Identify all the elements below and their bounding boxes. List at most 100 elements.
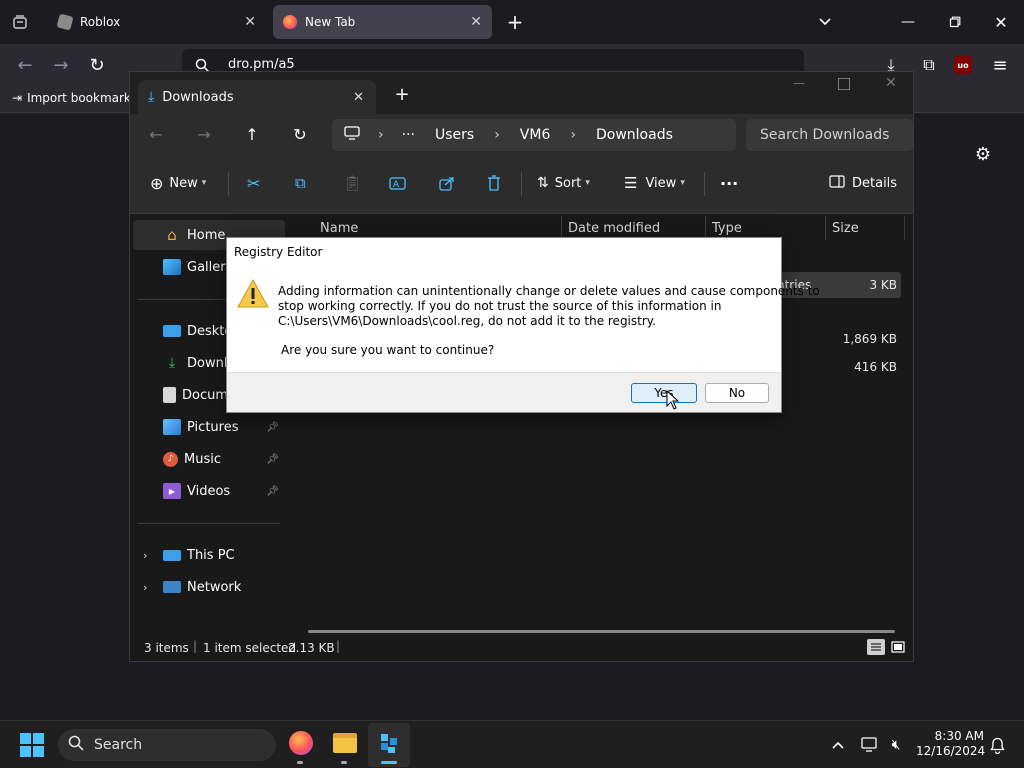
nav-label: This PC [187, 547, 235, 563]
nav-item-network[interactable]: › Network [133, 572, 285, 602]
firefox-icon [283, 15, 297, 29]
menu-icon[interactable]: ≡ [989, 54, 1011, 76]
network-icon [163, 581, 181, 593]
status-size: 2.13 KB [288, 641, 335, 655]
tab-list-icon[interactable] [10, 12, 30, 32]
network-icon[interactable] [860, 735, 880, 755]
back-arrow-icon[interactable]: ← [14, 54, 36, 76]
clock[interactable]: 8:30 AM 12/16/2024 [916, 729, 986, 759]
close-icon[interactable]: ✕ [353, 90, 364, 105]
nav-label: Music [184, 451, 221, 467]
nav-item-videos[interactable]: ▶ Videos 📌︎ [133, 476, 285, 506]
explorer-title-bar: ⤓ Downloads ✕ + — ✕ [130, 72, 913, 114]
firefox-icon[interactable] [289, 731, 313, 755]
clock-date: 12/16/2024 [916, 744, 986, 758]
import-icon: ⇥ [12, 91, 23, 105]
no-button[interactable]: No [705, 383, 769, 403]
nav-item-this-pc[interactable]: › This PC [133, 540, 285, 570]
nav-item-pictures[interactable]: Pictures 📌︎ [133, 412, 285, 442]
volume-muted-icon[interactable]: 🔇︎ [886, 735, 906, 755]
restore-button[interactable] [945, 12, 965, 32]
chevron-right-icon[interactable]: › [143, 549, 147, 562]
url-text: dro.pm/a5 [228, 57, 295, 72]
search-downloads-input[interactable]: Search Downloads [746, 119, 913, 151]
column-size[interactable]: Size [832, 214, 859, 242]
registry-editor-taskbar-button[interactable] [368, 723, 410, 767]
sort-button[interactable]: ⇅ Sort ▾ [537, 154, 590, 212]
reload-icon[interactable]: ↻ [86, 54, 108, 76]
forward-arrow-icon[interactable]: → [194, 124, 214, 144]
pin-icon: 📌︎ [266, 485, 279, 497]
close-window-button[interactable]: ✕ [885, 75, 897, 91]
file-explorer-icon[interactable] [333, 733, 357, 753]
dialog-message: Adding information can unintentionally c… [278, 284, 820, 329]
tab-title: Roblox [80, 15, 121, 29]
sort-label: Sort [554, 175, 582, 191]
details-view-icon[interactable] [867, 639, 885, 655]
message-line: stop working correctly. If you do not tr… [278, 299, 722, 313]
add-tab-button[interactable]: + [392, 84, 412, 105]
chevron-right-icon[interactable]: › [143, 581, 147, 594]
gallery-icon [163, 259, 181, 275]
copy-icon[interactable]: ⧉ [295, 154, 306, 212]
notification-bell-icon[interactable] [987, 735, 1007, 755]
close-icon[interactable]: ✕ [470, 14, 482, 30]
extensions-icon[interactable]: ⧉ [918, 54, 940, 76]
browser-tab-roblox[interactable]: Roblox ✕ [48, 5, 266, 39]
details-button[interactable]: Details [829, 154, 897, 212]
windows-start-icon[interactable] [20, 733, 44, 757]
ublock-icon[interactable]: uo [954, 56, 972, 74]
ellipsis-icon[interactable]: ··· [402, 127, 415, 143]
breadcrumb-downloads[interactable]: Downloads [596, 127, 673, 143]
plus-circle-icon: ⊕ [150, 173, 164, 193]
forward-arrow-icon[interactable]: → [50, 54, 72, 76]
view-button[interactable]: ☰ View ▾ [624, 154, 685, 212]
home-icon: ⌂ [167, 226, 177, 244]
registry-editor-icon [379, 732, 399, 758]
import-bookmarks-link[interactable]: ⇥ Import bookmarks [12, 91, 137, 105]
horizontal-scrollbar[interactable] [308, 630, 895, 633]
maximize-button[interactable] [838, 78, 850, 90]
explorer-tab-title: Downloads [162, 89, 234, 105]
share-icon[interactable] [439, 154, 455, 212]
chevron-right-icon: › [378, 127, 384, 143]
explorer-tab-downloads[interactable]: ⤓ Downloads ✕ [138, 80, 376, 114]
delete-icon[interactable] [487, 154, 501, 212]
breadcrumb[interactable]: › ··· Users › VM6 › Downloads [332, 119, 736, 151]
back-arrow-icon[interactable]: ← [146, 124, 166, 144]
taskbar-search-box[interactable]: Search [58, 729, 276, 761]
more-options-icon[interactable]: ··· [720, 154, 738, 212]
new-button[interactable]: ⊕ New ▾ [150, 154, 206, 212]
gear-icon[interactable]: ⚙ [972, 143, 994, 165]
chevron-down-icon: ▾ [201, 178, 207, 188]
taskbar-search-placeholder: Search [94, 737, 143, 753]
cut-icon[interactable]: ✂ [247, 154, 260, 212]
minimize-button[interactable]: — [898, 12, 918, 32]
svg-text:A: A [393, 180, 400, 190]
breadcrumb-users[interactable]: Users [435, 127, 474, 143]
chevron-down-icon[interactable] [815, 12, 835, 32]
dialog-footer: Yes No [227, 372, 781, 412]
breadcrumb-vm6[interactable]: VM6 [520, 127, 551, 143]
browser-tab-new-tab[interactable]: New Tab ✕ [273, 5, 492, 39]
nav-item-music[interactable]: ♪ Music 📌︎ [133, 444, 285, 474]
close-window-button[interactable]: ✕ [991, 12, 1011, 32]
roblox-icon [56, 13, 74, 31]
music-icon: ♪ [163, 451, 178, 467]
yes-button[interactable]: Yes [631, 383, 697, 403]
new-tab-button[interactable]: + [505, 10, 525, 34]
nav-label: Pictures [187, 419, 239, 435]
close-icon[interactable]: ✕ [244, 14, 256, 30]
pin-icon: 📌︎ [266, 453, 279, 465]
up-arrow-icon[interactable]: ↑ [242, 124, 262, 144]
minimize-button[interactable]: — [793, 76, 807, 96]
pin-icon: 📌︎ [266, 421, 279, 433]
new-label: New [169, 175, 198, 191]
refresh-icon[interactable]: ↻ [290, 124, 310, 144]
paste-icon[interactable]: 📋︎ [343, 154, 362, 212]
chevron-up-icon[interactable] [828, 735, 848, 755]
tiles-view-icon[interactable] [890, 639, 906, 655]
rename-icon[interactable]: A [389, 154, 406, 212]
dialog-title: Registry Editor [234, 245, 323, 259]
chevron-down-icon: ▾ [680, 178, 685, 188]
